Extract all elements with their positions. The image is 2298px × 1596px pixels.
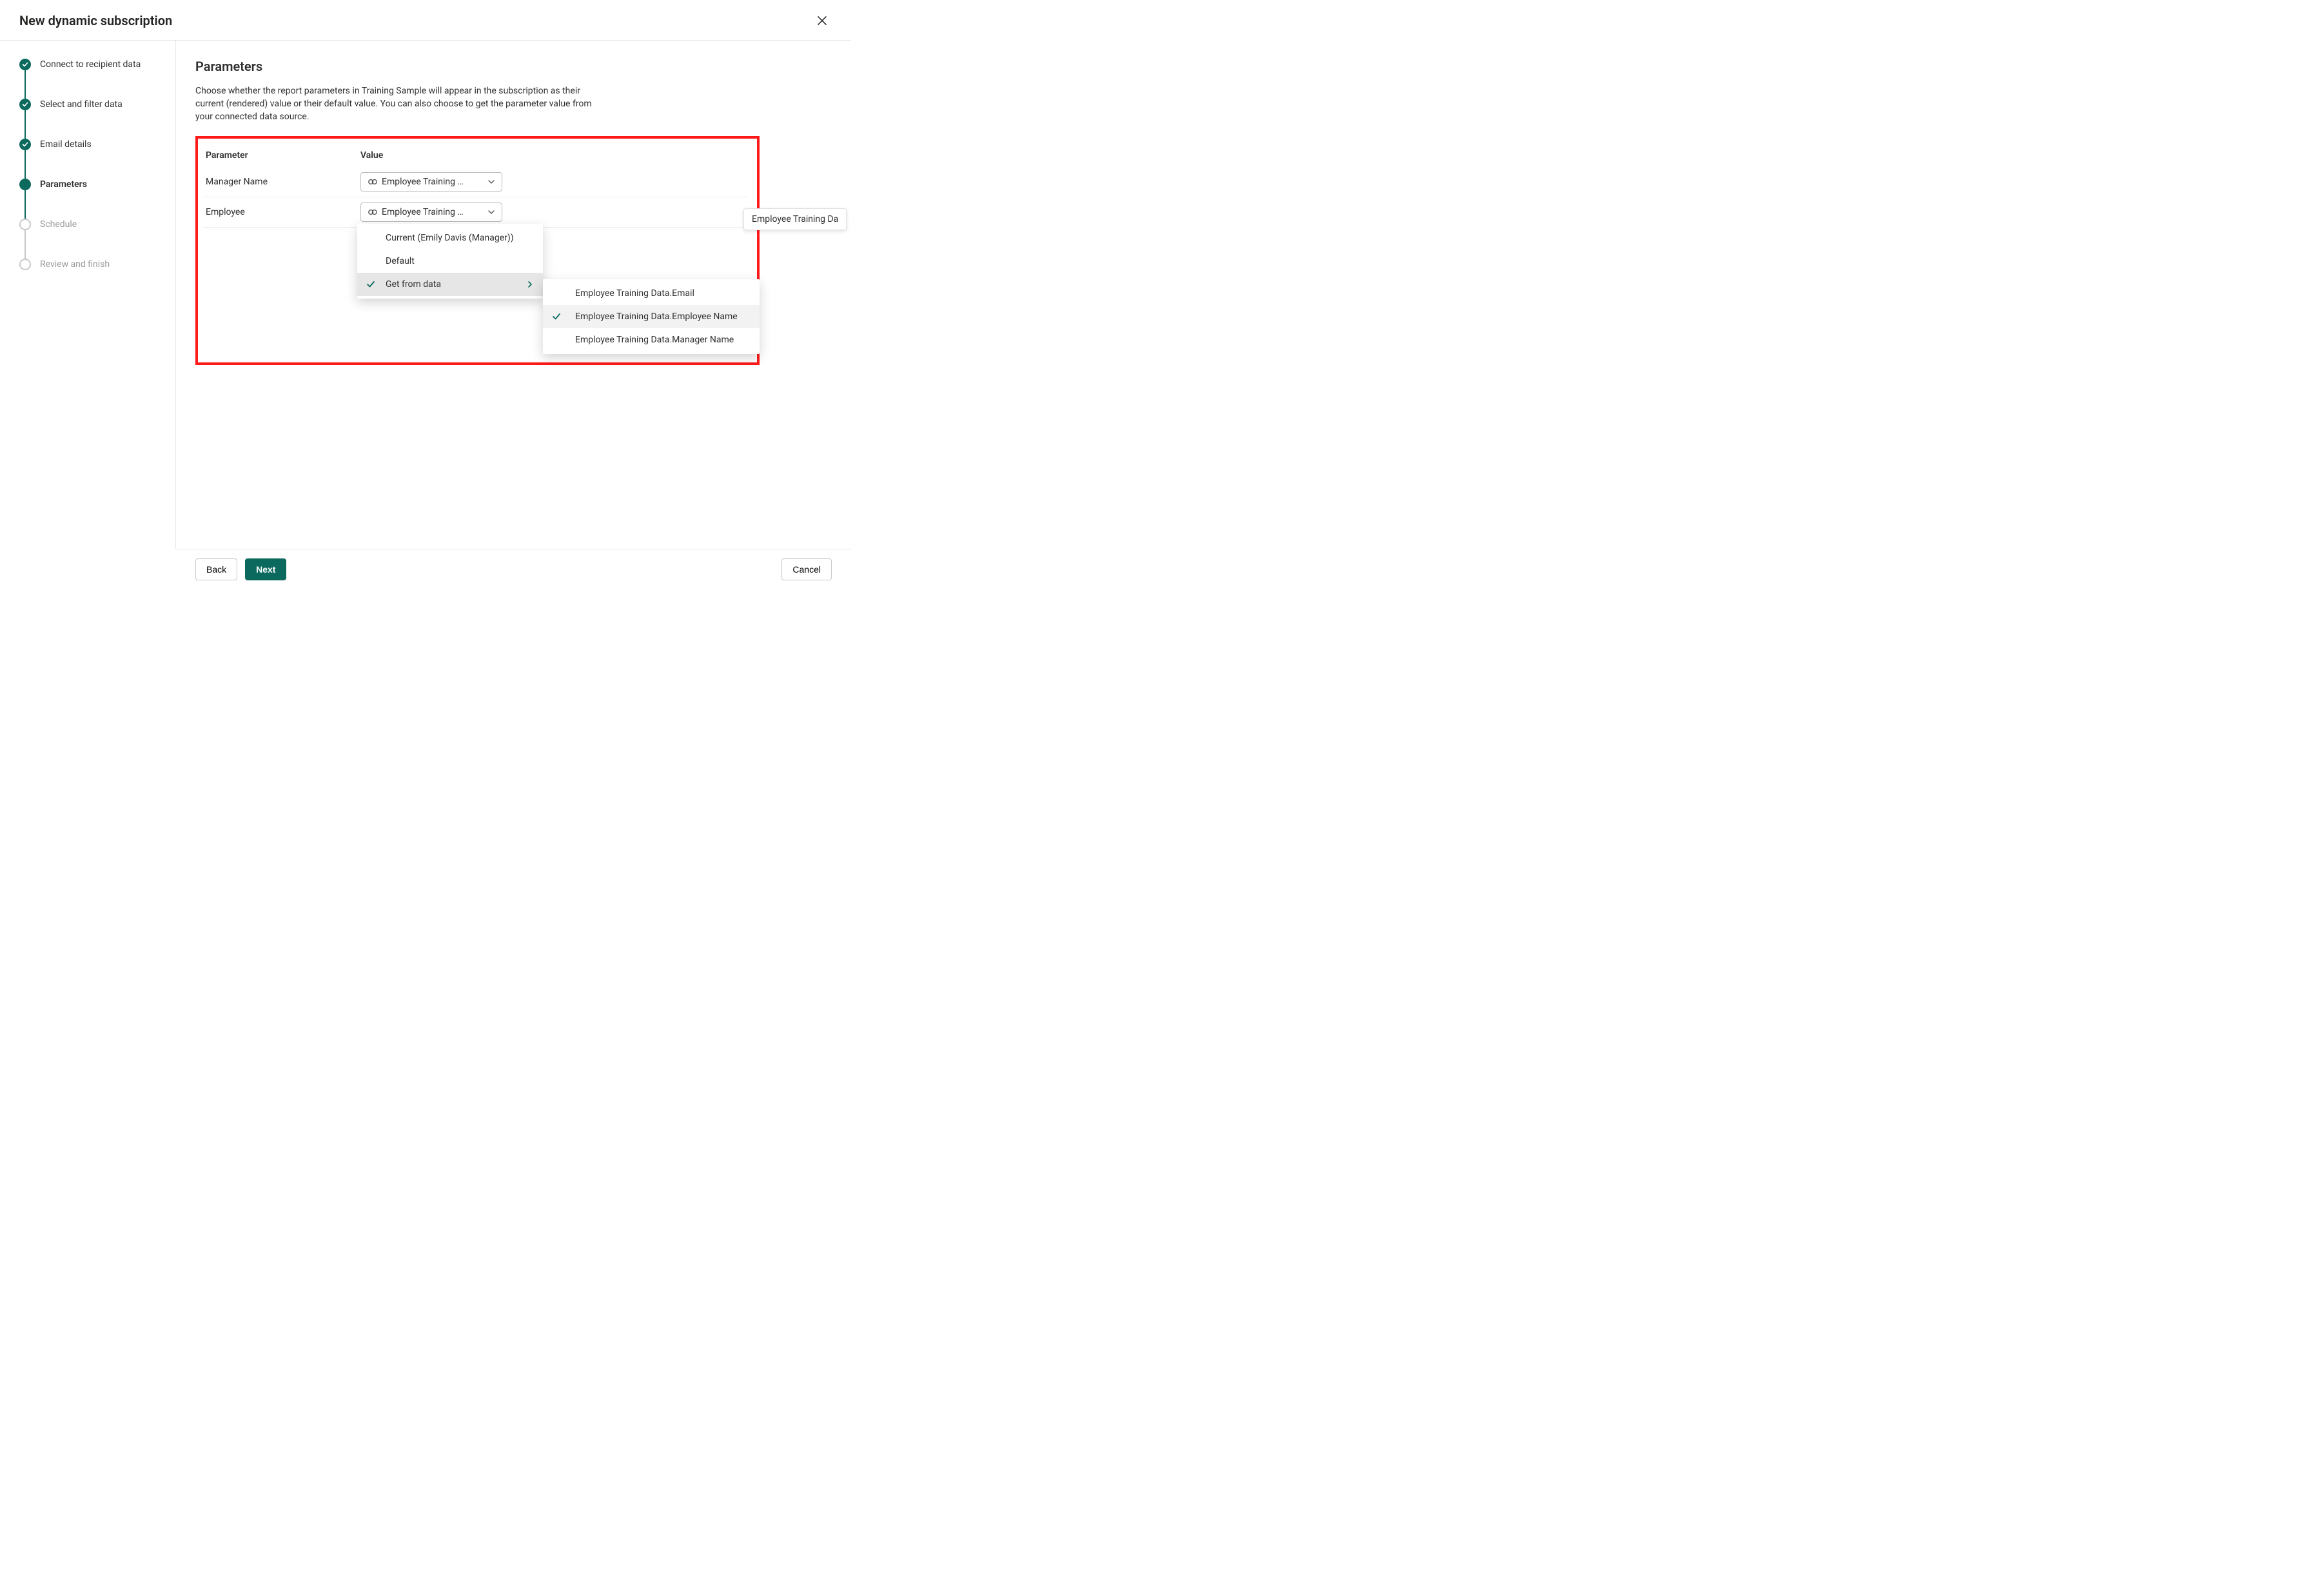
tooltip-text: Employee Training Da [752,214,838,224]
parameters-highlight-box: Parameter Value Manager Name [195,136,760,365]
step-select-filter-data[interactable]: Select and filter data [19,99,162,139]
param-value-dropdown-employee[interactable]: Employee Training … [360,202,502,222]
next-button[interactable]: Next [245,558,286,580]
param-value-text: Employee Training … [382,207,464,217]
dialog-body: Connect to recipient data Select and fil… [0,41,851,549]
close-icon [818,16,827,25]
col-header-value: Value [358,148,748,167]
step-label: Email details [40,139,92,150]
table-row: Manager Name Employee Training … [203,167,748,197]
step-review-finish[interactable]: Review and finish [19,259,162,270]
menu-item-current[interactable]: Current (Emily Davis (Manager)) [357,226,543,250]
chevron-down-icon [487,208,495,216]
step-done-icon [19,59,31,70]
param-value-dropdown-manager[interactable]: Employee Training … [360,172,502,192]
dialog-footer: Back Next Cancel [176,549,851,589]
chevron-down-icon [487,178,495,186]
check-icon [366,280,375,289]
page-heading: Parameters [195,59,832,74]
menu-item-default[interactable]: Default [357,250,543,273]
param-value-text: Employee Training … [382,177,464,187]
menu-item-label: Default [386,256,415,266]
parameters-table: Parameter Value Manager Name [203,148,748,228]
submenu-item-label: Employee Training Data.Email [575,288,694,299]
titlebar: New dynamic subscription [0,0,851,41]
step-pending-icon [19,259,31,270]
param-name: Manager Name [203,167,358,197]
step-pending-icon [19,219,31,230]
link-icon [368,208,378,217]
step-parameters[interactable]: Parameters [19,179,162,219]
step-label: Review and finish [40,259,110,270]
chevron-right-icon [526,281,534,288]
step-label: Select and filter data [40,99,123,110]
step-label: Connect to recipient data [40,59,141,70]
submenu-item-email[interactable]: Employee Training Data.Email [543,282,760,305]
submenu-item-manager-name[interactable]: Employee Training Data.Manager Name [543,328,760,351]
data-columns-submenu: Employee Training Data.Email Employee Tr… [543,279,760,354]
dialog: New dynamic subscription Connect to reci… [0,0,851,589]
step-schedule[interactable]: Schedule [19,219,162,259]
step-done-icon [19,139,31,150]
back-button[interactable]: Back [195,558,237,580]
menu-item-get-from-data[interactable]: Get from data [357,273,543,296]
table-row: Employee Employee Training … [203,197,748,228]
close-button[interactable] [812,14,832,28]
tooltip: Employee Training Da [743,208,847,230]
step-label: Schedule [40,219,77,230]
cancel-button[interactable]: Cancel [781,558,832,580]
col-header-parameter: Parameter [203,148,358,167]
step-connect-recipient-data[interactable]: Connect to recipient data [19,59,162,99]
step-current-icon [19,179,31,190]
step-email-details[interactable]: Email details [19,139,162,179]
step-done-icon [19,99,31,110]
value-options-menu: Current (Emily Davis (Manager)) Default … [357,224,543,299]
step-label: Parameters [40,179,87,190]
dialog-title: New dynamic subscription [19,13,172,28]
submenu-item-employee-name[interactable]: Employee Training Data.Employee Name [543,305,760,328]
steps-sidebar: Connect to recipient data Select and fil… [0,41,176,549]
submenu-item-label: Employee Training Data.Employee Name [575,311,738,322]
submenu-item-label: Employee Training Data.Manager Name [575,335,734,345]
menu-item-label: Get from data [386,279,441,290]
param-name: Employee [203,197,358,228]
menu-item-label: Current (Emily Davis (Manager)) [386,233,514,243]
page-description: Choose whether the report parameters in … [195,84,608,123]
main-panel: Parameters Choose whether the report par… [176,41,851,549]
link-icon [368,177,378,186]
check-icon [552,312,561,321]
